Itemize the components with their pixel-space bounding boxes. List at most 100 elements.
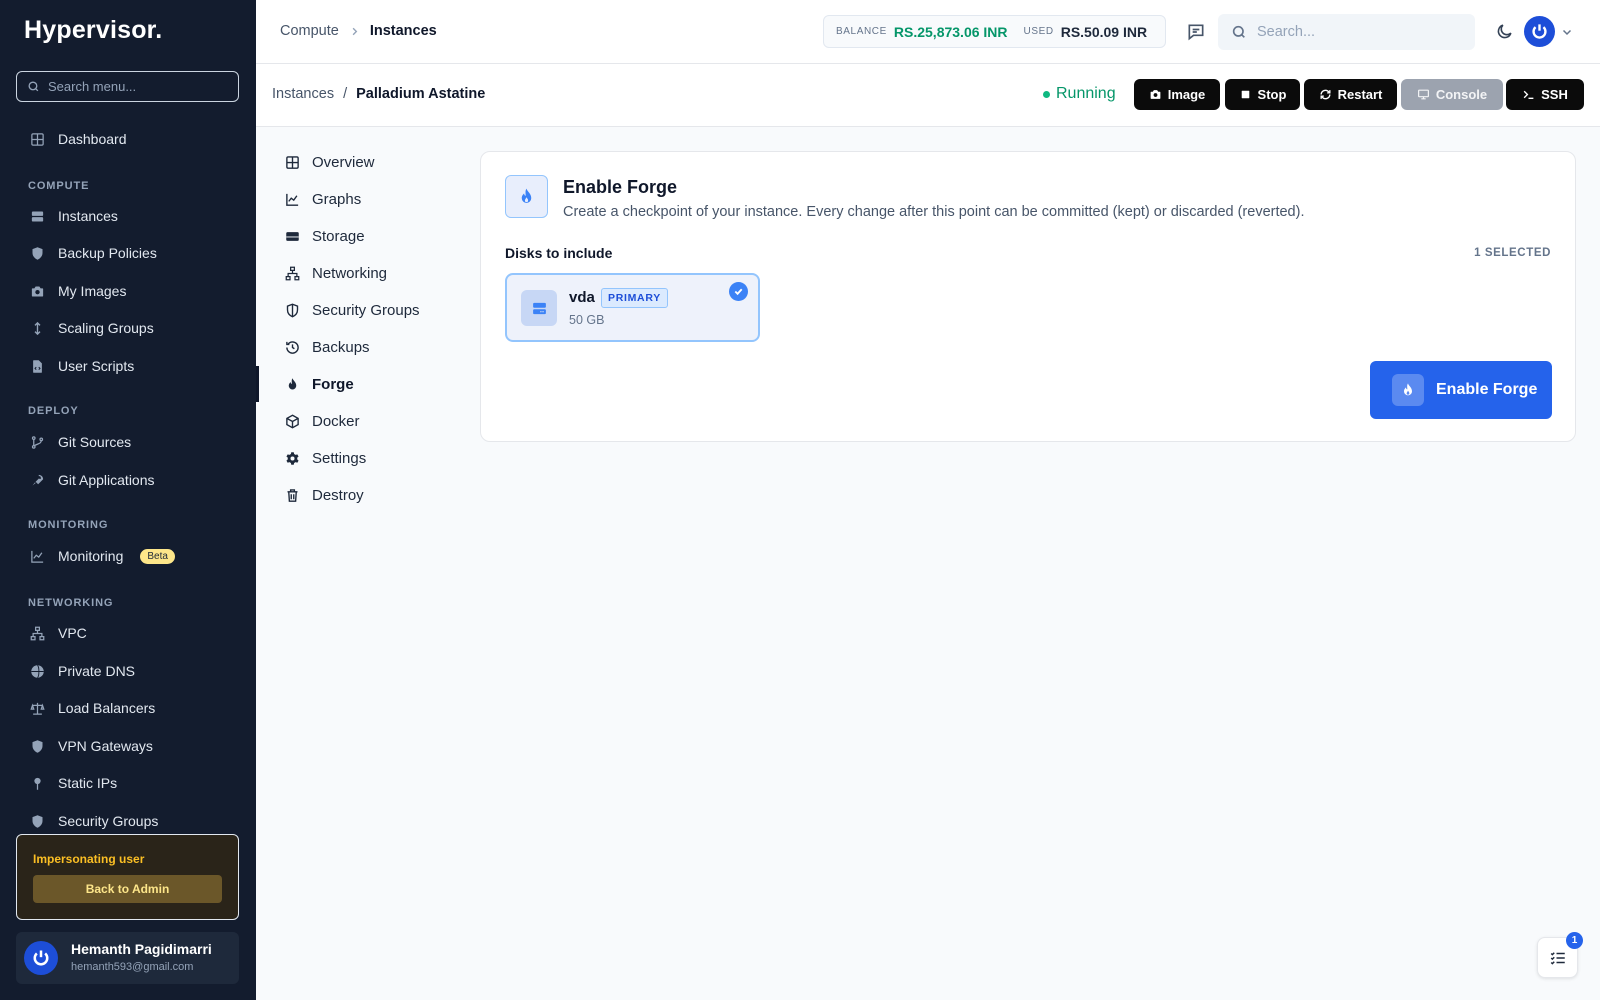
tab-backups[interactable]: Backups [285, 336, 370, 358]
beta-badge: Beta [140, 548, 175, 564]
camera-icon [31, 286, 44, 296]
disk-size: 50 GB [569, 313, 605, 327]
sidebar-item-label: Monitoring [58, 548, 124, 564]
tab-storage[interactable]: Storage [285, 225, 365, 247]
disk-option-vda[interactable]: vda PRIMARY 50 GB [505, 273, 760, 342]
checkmark-icon [729, 282, 748, 301]
sidebar-item-my-images[interactable]: My Images [30, 279, 126, 303]
globe-icon [31, 664, 44, 678]
sidebar-item-git-sources[interactable]: Git Sources [30, 430, 131, 454]
sidebar-item-label: Git Applications [58, 472, 155, 488]
sidebar-item-security-groups[interactable]: Security Groups [30, 809, 158, 833]
forge-icon-box [505, 175, 548, 218]
balance-value: RS.25,873.06 INR [893, 23, 1008, 40]
image-button[interactable]: Image [1134, 79, 1220, 110]
ssh-button[interactable]: SSH [1506, 79, 1584, 110]
disks-label: Disks to include [505, 245, 613, 261]
tab-label: Settings [312, 449, 367, 467]
sidebar-item-monitoring[interactable]: Monitoring Beta [30, 544, 175, 568]
sidebar-search-input[interactable]: Search menu... [16, 71, 239, 102]
pin-icon [34, 777, 41, 790]
user-profile-card[interactable]: Hemanth Pagidimarri hemanth593@gmail.com [16, 932, 239, 984]
sidebar-item-label: User Scripts [58, 358, 135, 374]
stop-button[interactable]: Stop [1225, 79, 1300, 110]
search-icon [1232, 25, 1245, 38]
server-icon [31, 211, 44, 221]
tab-label: Overview [312, 153, 375, 171]
back-to-admin-button[interactable]: Back to Admin [33, 875, 222, 903]
tab-destroy[interactable]: Destroy [285, 484, 364, 506]
app-logo[interactable]: Hypervisor. [24, 16, 162, 45]
stop-icon [1241, 90, 1249, 99]
sidebar-item-dashboard[interactable]: Dashboard [30, 127, 127, 151]
sidebar-item-label: My Images [58, 283, 127, 299]
power-icon [1532, 24, 1547, 39]
tab-forge[interactable]: Forge [285, 373, 354, 395]
file-code-icon [33, 359, 42, 373]
scale-icon [30, 702, 45, 715]
hard-drive-icon [532, 302, 546, 314]
breadcrumb-item-instances[interactable]: Instances [370, 23, 437, 39]
sidebar-item-vpn-gateways[interactable]: VPN Gateways [30, 734, 153, 758]
sidebar-item-user-scripts[interactable]: User Scripts [30, 354, 134, 378]
image-button-label: Image [1167, 87, 1206, 102]
tab-settings[interactable]: Settings [285, 447, 366, 469]
tab-networking[interactable]: Networking [285, 262, 387, 284]
chat-icon[interactable] [1186, 22, 1206, 42]
user-email: hemanth593@gmail.com [71, 961, 194, 973]
sidebar-item-private-dns[interactable]: Private DNS [30, 659, 135, 683]
sidebar-item-git-applications[interactable]: Git Applications [30, 468, 155, 492]
sidebar-item-scaling-groups[interactable]: Scaling Groups [30, 316, 154, 340]
breadcrumb-item-compute[interactable]: Compute [280, 23, 339, 39]
sidebar-section-compute: COMPUTE [28, 180, 90, 192]
sidebar-item-label: Git Sources [58, 434, 132, 450]
tab-label: Forge [312, 375, 354, 393]
chevron-down-icon[interactable] [1561, 26, 1573, 38]
task-list-button[interactable]: 1 [1537, 932, 1583, 978]
grid-icon [286, 155, 299, 169]
impersonation-label: Impersonating user [33, 852, 145, 866]
used-value: RS.50.09 INR [1060, 23, 1148, 40]
tab-docker[interactable]: Docker [285, 410, 360, 432]
enable-forge-button[interactable]: Enable Forge [1370, 361, 1552, 419]
git-branch-icon [31, 435, 44, 449]
avatar [24, 941, 58, 975]
sidebar-item-backup-policies[interactable]: Backup Policies [30, 241, 157, 265]
sidebar-item-label: Static IPs [58, 775, 118, 791]
breadcrumb-item-instances[interactable]: Instances [272, 86, 334, 102]
active-tab-indicator [256, 366, 259, 402]
flame-icon [288, 377, 297, 389]
tab-label: Security Groups [312, 301, 420, 319]
restart-button-label: Restart [1337, 87, 1383, 102]
global-search-input[interactable]: Search... [1218, 14, 1475, 50]
sidebar-item-label: Scaling Groups [58, 320, 154, 336]
sidebar-item-label: Dashboard [58, 131, 127, 147]
tab-overview[interactable]: Overview [285, 151, 375, 173]
tab-graphs[interactable]: Graphs [285, 188, 361, 210]
tab-security-groups[interactable]: Security Groups [285, 299, 420, 321]
sidebar-item-vpc[interactable]: VPC [30, 621, 87, 645]
breadcrumb-separator: / [343, 86, 348, 102]
console-button[interactable]: Console [1401, 79, 1503, 110]
user-name: Hemanth Pagidimarri [71, 941, 212, 957]
restart-button[interactable]: Restart [1304, 79, 1397, 110]
stop-button-label: Stop [1257, 87, 1287, 102]
forge-card: Enable Forge Create a checkpoint of your… [480, 151, 1576, 442]
selected-count: 1 SELECTED [1474, 247, 1551, 259]
sidebar-item-instances[interactable]: Instances [30, 204, 118, 228]
balance-label: BALANCE [836, 26, 887, 37]
flame-icon [521, 188, 532, 203]
moon-icon[interactable] [1495, 22, 1514, 41]
sidebar-search-placeholder: Search menu... [48, 79, 137, 94]
shield-icon [32, 246, 43, 260]
network-icon [285, 266, 300, 280]
account-avatar[interactable] [1524, 16, 1555, 47]
sidebar-item-static-ips[interactable]: Static IPs [30, 771, 117, 795]
sidebar-item-load-balancers[interactable]: Load Balancers [30, 696, 155, 720]
flame-icon [1392, 374, 1424, 406]
tab-label: Networking [312, 264, 388, 282]
instance-header: Instances / Palladium Astatine Running I… [256, 64, 1600, 127]
used-label: USED [1023, 26, 1054, 37]
hard-drive-icon [286, 231, 299, 241]
status-dot [1043, 90, 1050, 98]
